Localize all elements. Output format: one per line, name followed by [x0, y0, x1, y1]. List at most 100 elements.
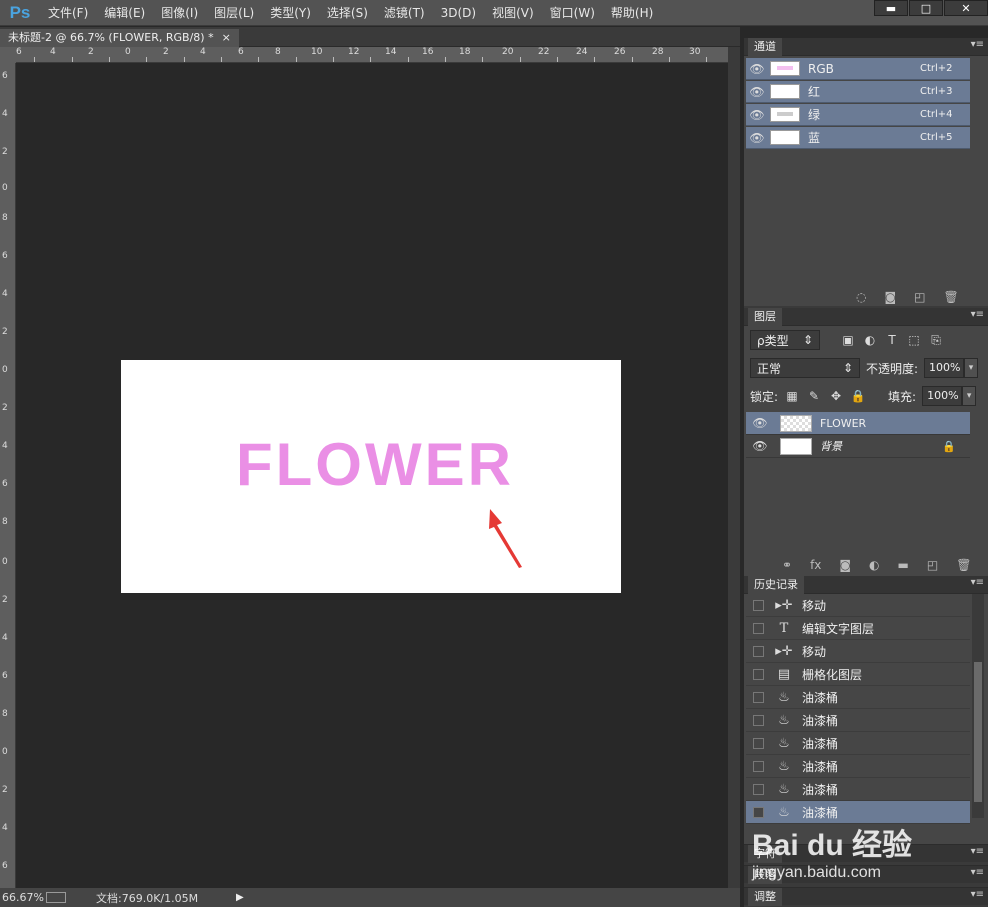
- panel-menu-icon[interactable]: ▾≡: [971, 577, 984, 588]
- history-scroll-thumb[interactable]: [974, 662, 982, 802]
- eye-icon[interactable]: 👁: [746, 108, 768, 122]
- menu-type[interactable]: 类型(Y): [262, 0, 319, 26]
- history-checkbox[interactable]: [753, 737, 764, 749]
- history-step[interactable]: ♨ 油漆桶: [746, 755, 970, 778]
- vertical-ruler[interactable]: 6 4 2 0 8 6 4 2 0 2 4 6 8 0 2 4 6 8 0 2 …: [0, 63, 16, 888]
- layer-row-flower[interactable]: 👁 FLOWER: [746, 412, 970, 435]
- menu-file[interactable]: 文件(F): [40, 0, 96, 26]
- panel-menu-icon[interactable]: ▾≡: [971, 867, 984, 878]
- layer-row-background[interactable]: 👁 背景 🔒: [746, 435, 970, 458]
- link-layers-icon[interactable]: ⚭: [782, 558, 792, 572]
- adjustments-panel-header[interactable]: 调整 ▾≡: [744, 887, 988, 906]
- save-selection-icon[interactable]: ◙: [884, 290, 896, 304]
- menu-view[interactable]: 视图(V): [484, 0, 542, 26]
- group-folder-icon[interactable]: ▬: [898, 558, 909, 572]
- eye-icon[interactable]: 👁: [746, 62, 768, 76]
- eye-icon[interactable]: 👁: [746, 439, 774, 453]
- history-checkbox[interactable]: [753, 783, 764, 795]
- layer-filter-select[interactable]: ρ类型 ⇕: [750, 330, 820, 350]
- adjustment-layer-icon[interactable]: ◐: [869, 558, 879, 572]
- history-checkbox[interactable]: [753, 806, 764, 818]
- fx-icon[interactable]: fx: [810, 558, 821, 572]
- opacity-dropdown-icon[interactable]: ▾: [964, 358, 979, 378]
- history-checkbox[interactable]: [753, 714, 764, 726]
- ruler-corner[interactable]: [0, 47, 16, 63]
- lock-all-icon[interactable]: 🔒: [850, 388, 866, 404]
- panel-menu-icon[interactable]: ▾≡: [971, 846, 984, 857]
- horizontal-ruler[interactable]: 6 4 2 0 2 4 6 8 10 12 14 16 18 20 22 24 …: [16, 47, 728, 63]
- eye-icon[interactable]: 👁: [746, 131, 768, 145]
- lock-position-icon[interactable]: ✥: [828, 388, 844, 404]
- history-step[interactable]: ♨ 油漆桶: [746, 686, 970, 709]
- document-tab[interactable]: 未标题-2 @ 66.7% (FLOWER, RGB/8) * ×: [0, 29, 239, 47]
- zoom-level[interactable]: 66.67%: [0, 891, 46, 904]
- panel-menu-icon[interactable]: ▾≡: [971, 889, 984, 900]
- canvas-area[interactable]: FLOWER: [16, 63, 728, 888]
- history-checkbox[interactable]: [753, 622, 764, 634]
- minimize-button[interactable]: ▬: [874, 0, 908, 16]
- menu-image[interactable]: 图像(I): [153, 0, 206, 26]
- document-tab-close-icon[interactable]: ×: [222, 29, 231, 47]
- eye-icon[interactable]: 👁: [746, 85, 768, 99]
- maximize-button[interactable]: □: [909, 0, 943, 16]
- canvas-text-layer[interactable]: FLOWER: [236, 430, 514, 499]
- menu-3d[interactable]: 3D(D): [433, 0, 484, 26]
- menu-window[interactable]: 窗口(W): [542, 0, 603, 26]
- canvas-vertical-scrollbar[interactable]: [728, 47, 740, 888]
- panel-menu-icon[interactable]: ▾≡: [971, 309, 984, 320]
- menu-filter[interactable]: 滤镜(T): [376, 0, 433, 26]
- move-tool-icon: ▸✛: [775, 643, 793, 659]
- adjustments-tab[interactable]: 调整: [748, 887, 782, 906]
- new-channel-icon[interactable]: ◰: [914, 290, 925, 304]
- history-checkbox[interactable]: [753, 691, 764, 703]
- history-checkbox[interactable]: [753, 645, 764, 657]
- layer-mask-icon[interactable]: ◙: [839, 558, 851, 572]
- status-arrow-icon[interactable]: ▶: [236, 892, 244, 903]
- trash-icon[interactable]: 🗑: [943, 290, 958, 304]
- channel-row-red[interactable]: 👁 红 Ctrl+3: [746, 81, 970, 103]
- channel-row-blue[interactable]: 👁 蓝 Ctrl+5: [746, 127, 970, 149]
- channels-tab[interactable]: 通道: [748, 37, 782, 56]
- shape-filter-icon[interactable]: ⬚: [906, 332, 922, 348]
- fill-dropdown-icon[interactable]: ▾: [962, 386, 977, 406]
- history-tab[interactable]: 历史记录: [748, 575, 804, 594]
- history-step[interactable]: ♨ 油漆桶: [746, 709, 970, 732]
- menu-layer[interactable]: 图层(L): [206, 0, 262, 26]
- close-button[interactable]: ✕: [944, 0, 988, 16]
- load-selection-icon[interactable]: ◌: [856, 290, 866, 304]
- layers-footer: ⚭ fx ◙ ◐ ▬ ◰ 🗑: [782, 558, 971, 572]
- lock-brush-icon[interactable]: ✎: [806, 388, 822, 404]
- layer-filter-row: ρ类型 ⇕ ▣ ◐ T ⬚ ⎘: [750, 330, 944, 350]
- eye-icon[interactable]: 👁: [746, 416, 774, 430]
- document-canvas[interactable]: FLOWER: [121, 360, 621, 593]
- fill-input[interactable]: 100%: [922, 386, 963, 406]
- history-step[interactable]: ▸✛ 移动: [746, 594, 970, 617]
- channel-row-rgb[interactable]: 👁 RGB Ctrl+2: [746, 58, 970, 80]
- history-step[interactable]: ▸✛ 移动: [746, 640, 970, 663]
- menu-help[interactable]: 帮助(H): [603, 0, 661, 26]
- history-scrollbar[interactable]: [972, 594, 984, 818]
- menu-edit[interactable]: 编辑(E): [96, 0, 153, 26]
- history-checkbox[interactable]: [753, 599, 764, 611]
- type-filter-icon[interactable]: T: [884, 332, 900, 348]
- history-step[interactable]: T 编辑文字图层: [746, 617, 970, 640]
- channel-row-green[interactable]: 👁 绿 Ctrl+4: [746, 104, 970, 126]
- adjustment-filter-icon[interactable]: ◐: [862, 332, 878, 348]
- layers-tab[interactable]: 图层: [748, 307, 782, 326]
- menu-select[interactable]: 选择(S): [319, 0, 376, 26]
- status-info-icon[interactable]: [46, 892, 66, 903]
- history-step[interactable]: ♨ 油漆桶: [746, 732, 970, 755]
- window-controls: ▬ □ ✕: [873, 0, 988, 16]
- history-step[interactable]: ♨ 油漆桶: [746, 778, 970, 801]
- trash-icon[interactable]: 🗑: [956, 558, 971, 572]
- image-filter-icon[interactable]: ▣: [840, 332, 856, 348]
- history-step[interactable]: ▤ 栅格化图层: [746, 663, 970, 686]
- history-checkbox[interactable]: [753, 760, 764, 772]
- history-checkbox[interactable]: [753, 668, 764, 680]
- opacity-input[interactable]: 100%: [924, 358, 965, 378]
- new-layer-icon[interactable]: ◰: [927, 558, 938, 572]
- lock-transparency-icon[interactable]: ▦: [784, 388, 800, 404]
- blend-mode-select[interactable]: 正常 ⇕: [750, 358, 860, 378]
- smart-object-filter-icon[interactable]: ⎘: [928, 332, 944, 348]
- panel-menu-icon[interactable]: ▾≡: [971, 39, 984, 50]
